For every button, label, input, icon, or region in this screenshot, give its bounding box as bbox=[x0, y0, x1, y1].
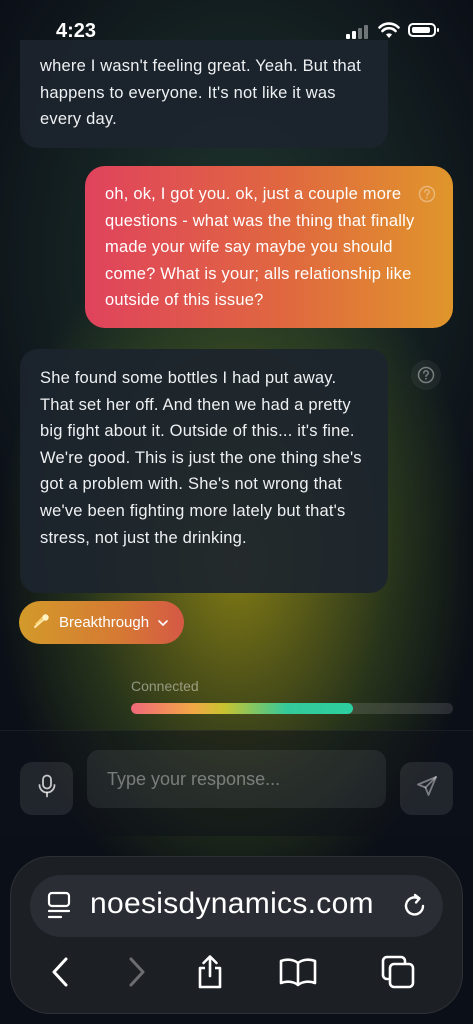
forward-arrow-icon[interactable] bbox=[115, 950, 159, 994]
battery-icon bbox=[408, 23, 439, 37]
send-icon bbox=[416, 775, 438, 802]
assistant-message: She found some bottles I had put away. T… bbox=[20, 349, 388, 593]
back-arrow-icon[interactable] bbox=[38, 950, 82, 994]
mic-icon bbox=[37, 774, 57, 803]
connection-status-label: Connected bbox=[131, 678, 199, 694]
bookmarks-icon[interactable] bbox=[276, 950, 320, 994]
mic-button[interactable] bbox=[20, 762, 73, 815]
page-menu-icon[interactable] bbox=[47, 891, 73, 926]
connection-progress-fill bbox=[131, 703, 354, 714]
breakthrough-label: Breakthrough bbox=[59, 614, 150, 631]
breakthrough-dropdown[interactable]: Breakthrough bbox=[19, 601, 184, 644]
chevron-down-icon bbox=[157, 614, 169, 631]
send-button[interactable] bbox=[400, 762, 453, 815]
question-circle-icon[interactable] bbox=[411, 360, 441, 390]
share-icon[interactable] bbox=[188, 950, 232, 994]
assistant-message: where I wasn't feeling great. Yeah. But … bbox=[20, 40, 388, 148]
tabs-icon[interactable] bbox=[376, 950, 420, 994]
question-circle-icon[interactable] bbox=[412, 179, 442, 209]
user-message: oh, ok, I got you. ok, just a couple mor… bbox=[85, 166, 453, 328]
reload-icon[interactable] bbox=[401, 892, 429, 925]
comet-icon bbox=[33, 612, 51, 634]
connection-progress-bar bbox=[131, 703, 453, 714]
response-input[interactable] bbox=[87, 750, 386, 808]
url-text[interactable]: noesisdynamics.com bbox=[90, 887, 374, 921]
